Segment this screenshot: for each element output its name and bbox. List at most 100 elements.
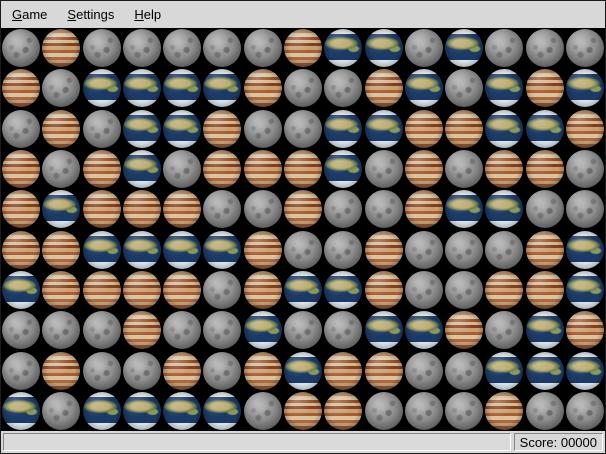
earth-ball[interactable] — [203, 231, 241, 269]
earth-ball[interactable] — [203, 69, 241, 107]
board-cell-r6-c2[interactable] — [41, 229, 81, 269]
board-cell-r9-c14[interactable] — [524, 350, 564, 390]
moon-ball[interactable] — [163, 150, 201, 188]
board-cell-r10-c12[interactable] — [444, 391, 484, 431]
earth-ball[interactable] — [365, 110, 403, 148]
moon-ball[interactable] — [203, 311, 241, 349]
board-cell-r1-c10[interactable] — [363, 28, 403, 68]
board-cell-r5-c5[interactable] — [162, 189, 202, 229]
board-cell-r10-c14[interactable] — [524, 391, 564, 431]
board-cell-r2-c10[interactable] — [363, 68, 403, 108]
board-cell-r7-c5[interactable] — [162, 270, 202, 310]
board-cell-r6-c1[interactable] — [1, 229, 41, 269]
board-cell-r2-c11[interactable] — [404, 68, 444, 108]
earth-ball[interactable] — [123, 110, 161, 148]
board-cell-r1-c8[interactable] — [283, 28, 323, 68]
board-cell-r6-c13[interactable] — [484, 229, 524, 269]
moon-ball[interactable] — [445, 352, 483, 390]
board-cell-r5-c1[interactable] — [1, 189, 41, 229]
moon-ball[interactable] — [2, 29, 40, 67]
board-cell-r2-c1[interactable] — [1, 68, 41, 108]
earth-ball[interactable] — [163, 392, 201, 430]
board-cell-r4-c6[interactable] — [202, 149, 242, 189]
earth-ball[interactable] — [123, 69, 161, 107]
board-cell-r3-c7[interactable] — [243, 109, 283, 149]
board-cell-r5-c3[interactable] — [82, 189, 122, 229]
board-cell-r2-c8[interactable] — [283, 68, 323, 108]
board-cell-r1-c6[interactable] — [202, 28, 242, 68]
board-cell-r5-c12[interactable] — [444, 189, 484, 229]
jupiter-ball[interactable] — [526, 271, 564, 309]
moon-ball[interactable] — [405, 231, 443, 269]
board-cell-r7-c11[interactable] — [404, 270, 444, 310]
jupiter-ball[interactable] — [163, 271, 201, 309]
moon-ball[interactable] — [526, 190, 564, 228]
board-cell-r3-c3[interactable] — [82, 109, 122, 149]
jupiter-ball[interactable] — [244, 271, 282, 309]
board-cell-r6-c12[interactable] — [444, 229, 484, 269]
board-cell-r8-c4[interactable] — [122, 310, 162, 350]
moon-ball[interactable] — [203, 29, 241, 67]
board-cell-r1-c14[interactable] — [524, 28, 564, 68]
board-cell-r9-c4[interactable] — [122, 350, 162, 390]
jupiter-ball[interactable] — [123, 271, 161, 309]
board-cell-r4-c7[interactable] — [243, 149, 283, 189]
earth-ball[interactable] — [123, 150, 161, 188]
jupiter-ball[interactable] — [42, 352, 80, 390]
board-cell-r10-c1[interactable] — [1, 391, 41, 431]
jupiter-ball[interactable] — [485, 271, 523, 309]
moon-ball[interactable] — [566, 29, 604, 67]
jupiter-ball[interactable] — [284, 190, 322, 228]
moon-ball[interactable] — [445, 392, 483, 430]
board-cell-r2-c14[interactable] — [524, 68, 564, 108]
jupiter-ball[interactable] — [566, 110, 604, 148]
jupiter-ball[interactable] — [365, 231, 403, 269]
board-cell-r8-c15[interactable] — [565, 310, 605, 350]
board-cell-r10-c15[interactable] — [565, 391, 605, 431]
board-cell-r8-c14[interactable] — [524, 310, 564, 350]
board-cell-r7-c12[interactable] — [444, 270, 484, 310]
board-cell-r8-c11[interactable] — [404, 310, 444, 350]
moon-ball[interactable] — [42, 392, 80, 430]
moon-ball[interactable] — [83, 110, 121, 148]
earth-ball[interactable] — [526, 110, 564, 148]
board-cell-r7-c3[interactable] — [82, 270, 122, 310]
board-cell-r5-c10[interactable] — [363, 189, 403, 229]
board-cell-r10-c10[interactable] — [363, 391, 403, 431]
moon-ball[interactable] — [163, 29, 201, 67]
moon-ball[interactable] — [244, 110, 282, 148]
board-cell-r2-c7[interactable] — [243, 68, 283, 108]
board-cell-r5-c6[interactable] — [202, 189, 242, 229]
jupiter-ball[interactable] — [405, 190, 443, 228]
board-cell-r2-c4[interactable] — [122, 68, 162, 108]
moon-ball[interactable] — [445, 150, 483, 188]
moon-ball[interactable] — [405, 352, 443, 390]
jupiter-ball[interactable] — [123, 311, 161, 349]
jupiter-ball[interactable] — [365, 352, 403, 390]
board-cell-r7-c13[interactable] — [484, 270, 524, 310]
jupiter-ball[interactable] — [284, 29, 322, 67]
earth-ball[interactable] — [163, 69, 201, 107]
earth-ball[interactable] — [526, 352, 564, 390]
board-cell-r6-c14[interactable] — [524, 229, 564, 269]
moon-ball[interactable] — [42, 69, 80, 107]
moon-ball[interactable] — [405, 392, 443, 430]
earth-ball[interactable] — [485, 110, 523, 148]
jupiter-ball[interactable] — [566, 311, 604, 349]
board-cell-r6-c6[interactable] — [202, 229, 242, 269]
earth-ball[interactable] — [566, 271, 604, 309]
board-cell-r5-c4[interactable] — [122, 189, 162, 229]
moon-ball[interactable] — [365, 150, 403, 188]
moon-ball[interactable] — [485, 231, 523, 269]
board-cell-r8-c1[interactable] — [1, 310, 41, 350]
earth-ball[interactable] — [123, 231, 161, 269]
board-cell-r6-c5[interactable] — [162, 229, 202, 269]
jupiter-ball[interactable] — [163, 190, 201, 228]
board-cell-r3-c13[interactable] — [484, 109, 524, 149]
board-cell-r4-c3[interactable] — [82, 149, 122, 189]
moon-ball[interactable] — [83, 352, 121, 390]
earth-ball[interactable] — [2, 392, 40, 430]
moon-ball[interactable] — [324, 231, 362, 269]
earth-ball[interactable] — [324, 271, 362, 309]
board-cell-r2-c15[interactable] — [565, 68, 605, 108]
